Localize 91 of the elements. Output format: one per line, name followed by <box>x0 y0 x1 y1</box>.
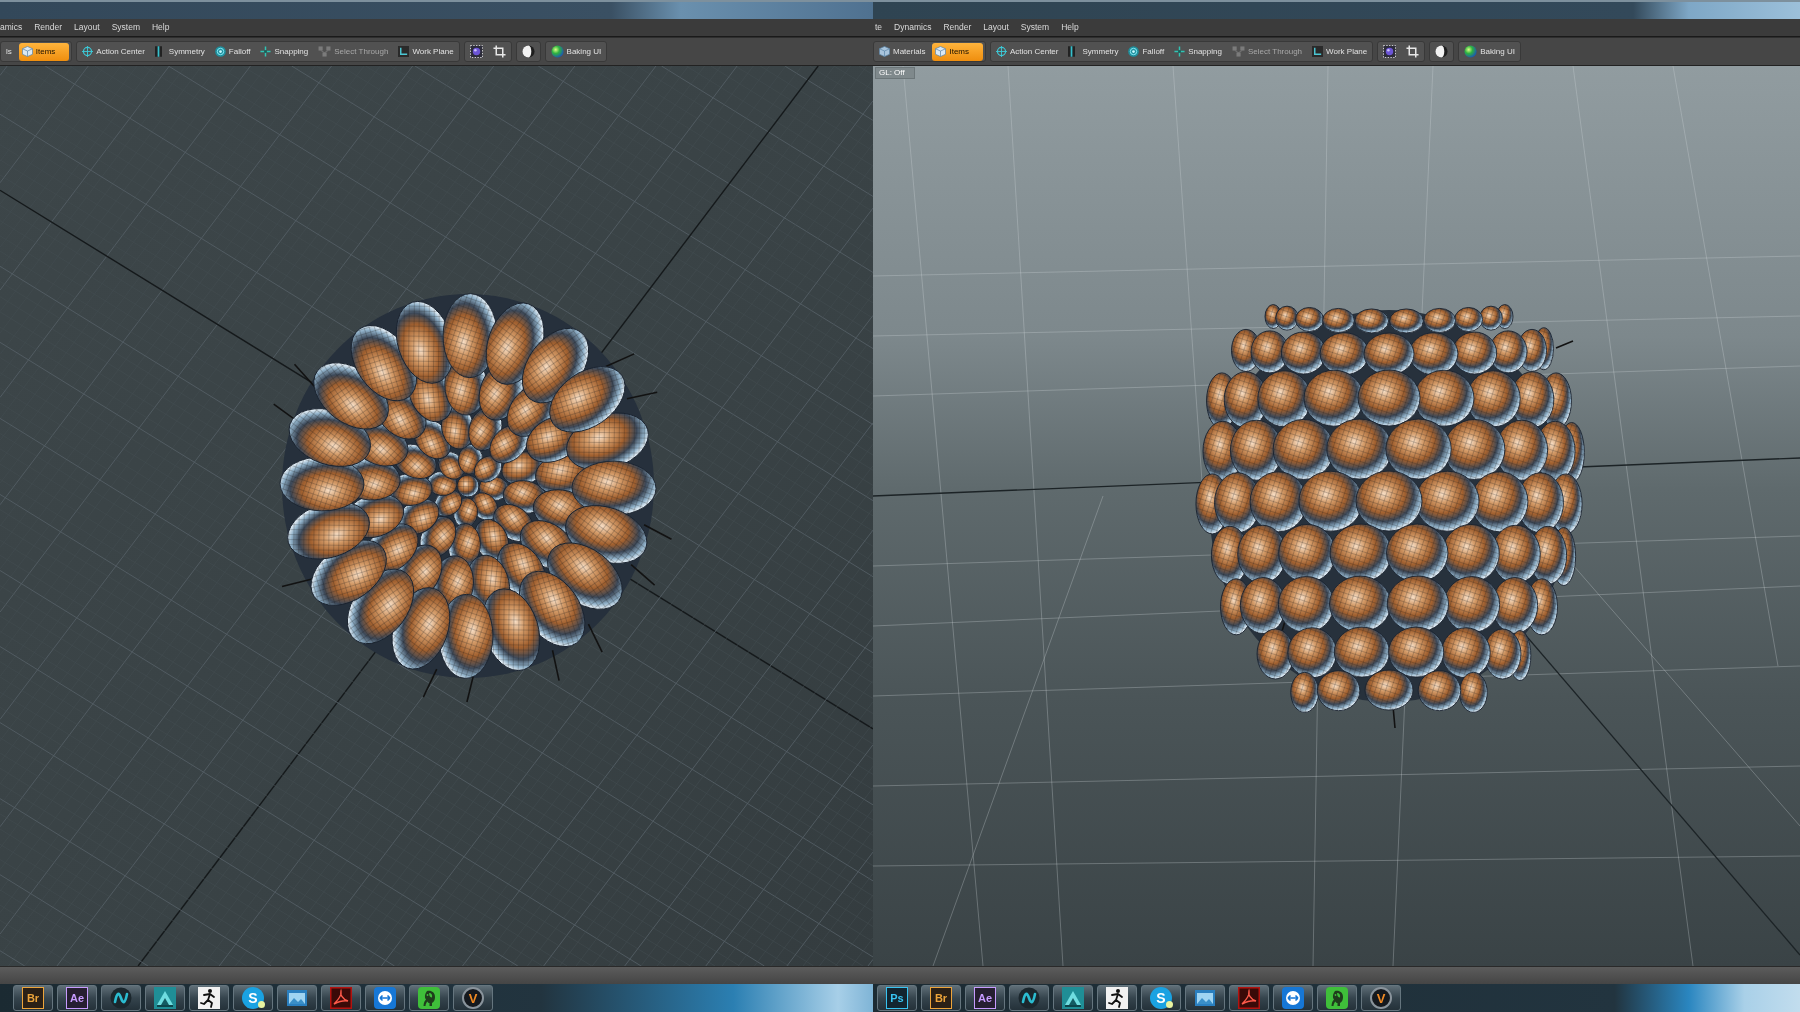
toolbar-button[interactable]: Items <box>932 42 983 61</box>
picture-icon <box>286 987 308 1009</box>
toolbar-button[interactable]: ls <box>3 42 15 61</box>
picture-icon <box>1194 987 1216 1009</box>
taskbar-button[interactable]: Ae <box>965 985 1005 1011</box>
taskbar-button[interactable] <box>189 985 229 1011</box>
cube-icon <box>879 46 890 57</box>
menu-item[interactable]: Dynamics <box>894 23 932 32</box>
nodes-icon <box>318 46 332 57</box>
target-icon <box>214 46 226 57</box>
toolbar-button[interactable]: Falloff <box>1125 42 1168 61</box>
cross-icon <box>260 46 272 57</box>
tent-icon <box>1062 987 1084 1009</box>
split-bar-icon <box>1068 46 1076 57</box>
taskbar-button[interactable] <box>1053 985 1093 1011</box>
toolbar-button[interactable]: Baking UI <box>547 42 605 61</box>
crop-icon <box>492 45 506 58</box>
taskbar-button[interactable]: Br <box>13 985 53 1011</box>
wave-circle-icon <box>1018 987 1040 1009</box>
taskbar-button[interactable] <box>1273 985 1313 1011</box>
circle-logo: V <box>1370 987 1392 1009</box>
circle-logo: S <box>1150 987 1172 1009</box>
animal-icon <box>418 987 440 1009</box>
toolbar-button[interactable]: Snapping <box>257 42 312 61</box>
target-icon <box>1128 46 1140 57</box>
menu-item[interactable]: Layout <box>983 23 1009 32</box>
corner-icon <box>398 46 410 57</box>
toolbar-button[interactable]: Work Plane <box>1309 42 1371 61</box>
taskbar-button[interactable]: Br <box>921 985 961 1011</box>
taskbar-button[interactable]: Ae <box>57 985 97 1011</box>
sphere-icon <box>1435 45 1449 58</box>
curve-icon <box>330 987 352 1009</box>
viewport-label: GL: Off <box>875 67 915 79</box>
crop-icon <box>1406 45 1420 58</box>
arrows-icon <box>374 987 396 1009</box>
toolbar-button[interactable]: Symmetry <box>1065 42 1122 61</box>
runner-icon <box>1106 987 1128 1009</box>
app-logo: Ae <box>974 987 996 1009</box>
split-bar-icon <box>154 46 162 57</box>
toolbar-button[interactable]: Baking UI <box>1461 42 1518 61</box>
taskbar-button[interactable] <box>1097 985 1137 1011</box>
dotted-square-icon <box>1383 45 1397 58</box>
menu-item[interactable]: te <box>875 23 883 32</box>
corner-icon <box>1312 46 1324 57</box>
menu-item[interactable]: Help <box>151 23 170 32</box>
circle-logo: V <box>462 987 484 1009</box>
taskbar-button[interactable]: V <box>1361 985 1401 1011</box>
toolbar-button[interactable]: Items <box>18 42 70 61</box>
ball-icon <box>1464 45 1478 58</box>
taskbar-button[interactable] <box>145 985 185 1011</box>
menu-item[interactable]: Render <box>34 23 63 32</box>
taskbar-button[interactable]: V <box>453 985 493 1011</box>
menu-item[interactable]: amics <box>0 23 23 32</box>
dotted-square-icon <box>469 45 483 58</box>
taskbar-button[interactable] <box>365 985 405 1011</box>
arrows-icon <box>1282 987 1304 1009</box>
curve-icon <box>1238 987 1260 1009</box>
toolbar-button[interactable]: Action Center <box>993 42 1062 61</box>
app-logo: Ps <box>886 987 908 1009</box>
toolbar-button[interactable]: Materials <box>876 42 929 61</box>
cube-icon <box>935 46 947 57</box>
tent-icon <box>154 987 176 1009</box>
app-logo: Br <box>22 987 44 1009</box>
menu-item[interactable]: System <box>1020 23 1050 32</box>
taskbar-button[interactable] <box>1185 985 1225 1011</box>
runner-icon <box>198 987 220 1009</box>
toolbar-button[interactable]: Work Plane <box>395 42 457 61</box>
taskbar-button[interactable] <box>1009 985 1049 1011</box>
app-logo: Ae <box>66 987 88 1009</box>
crosshair-icon <box>996 46 1007 57</box>
menu-item[interactable]: Layout <box>74 23 100 32</box>
menu-item[interactable]: Help <box>1061 23 1079 32</box>
taskbar-button[interactable] <box>101 985 141 1011</box>
app-logo: Br <box>930 987 952 1009</box>
ball-icon <box>550 45 564 58</box>
animal-icon <box>1326 987 1348 1009</box>
wave-circle-icon <box>110 987 132 1009</box>
sphere-icon <box>521 45 535 58</box>
circle-logo: S <box>242 987 264 1009</box>
menu-item[interactable]: Render <box>943 23 972 32</box>
toolbar-button[interactable]: Symmetry <box>151 42 208 61</box>
menu-item[interactable]: System <box>111 23 140 32</box>
cube-icon <box>21 46 33 57</box>
toolbar-button[interactable]: Snapping <box>1171 42 1225 61</box>
crosshair-icon <box>82 46 94 57</box>
toolbar-button[interactable]: Action Center <box>79 42 148 61</box>
toolbar-button[interactable]: Falloff <box>211 42 254 61</box>
taskbar-button[interactable]: Ps <box>877 985 917 1011</box>
taskbar-button[interactable] <box>277 985 317 1011</box>
cross-icon <box>1174 46 1186 57</box>
nodes-icon <box>1231 46 1245 57</box>
